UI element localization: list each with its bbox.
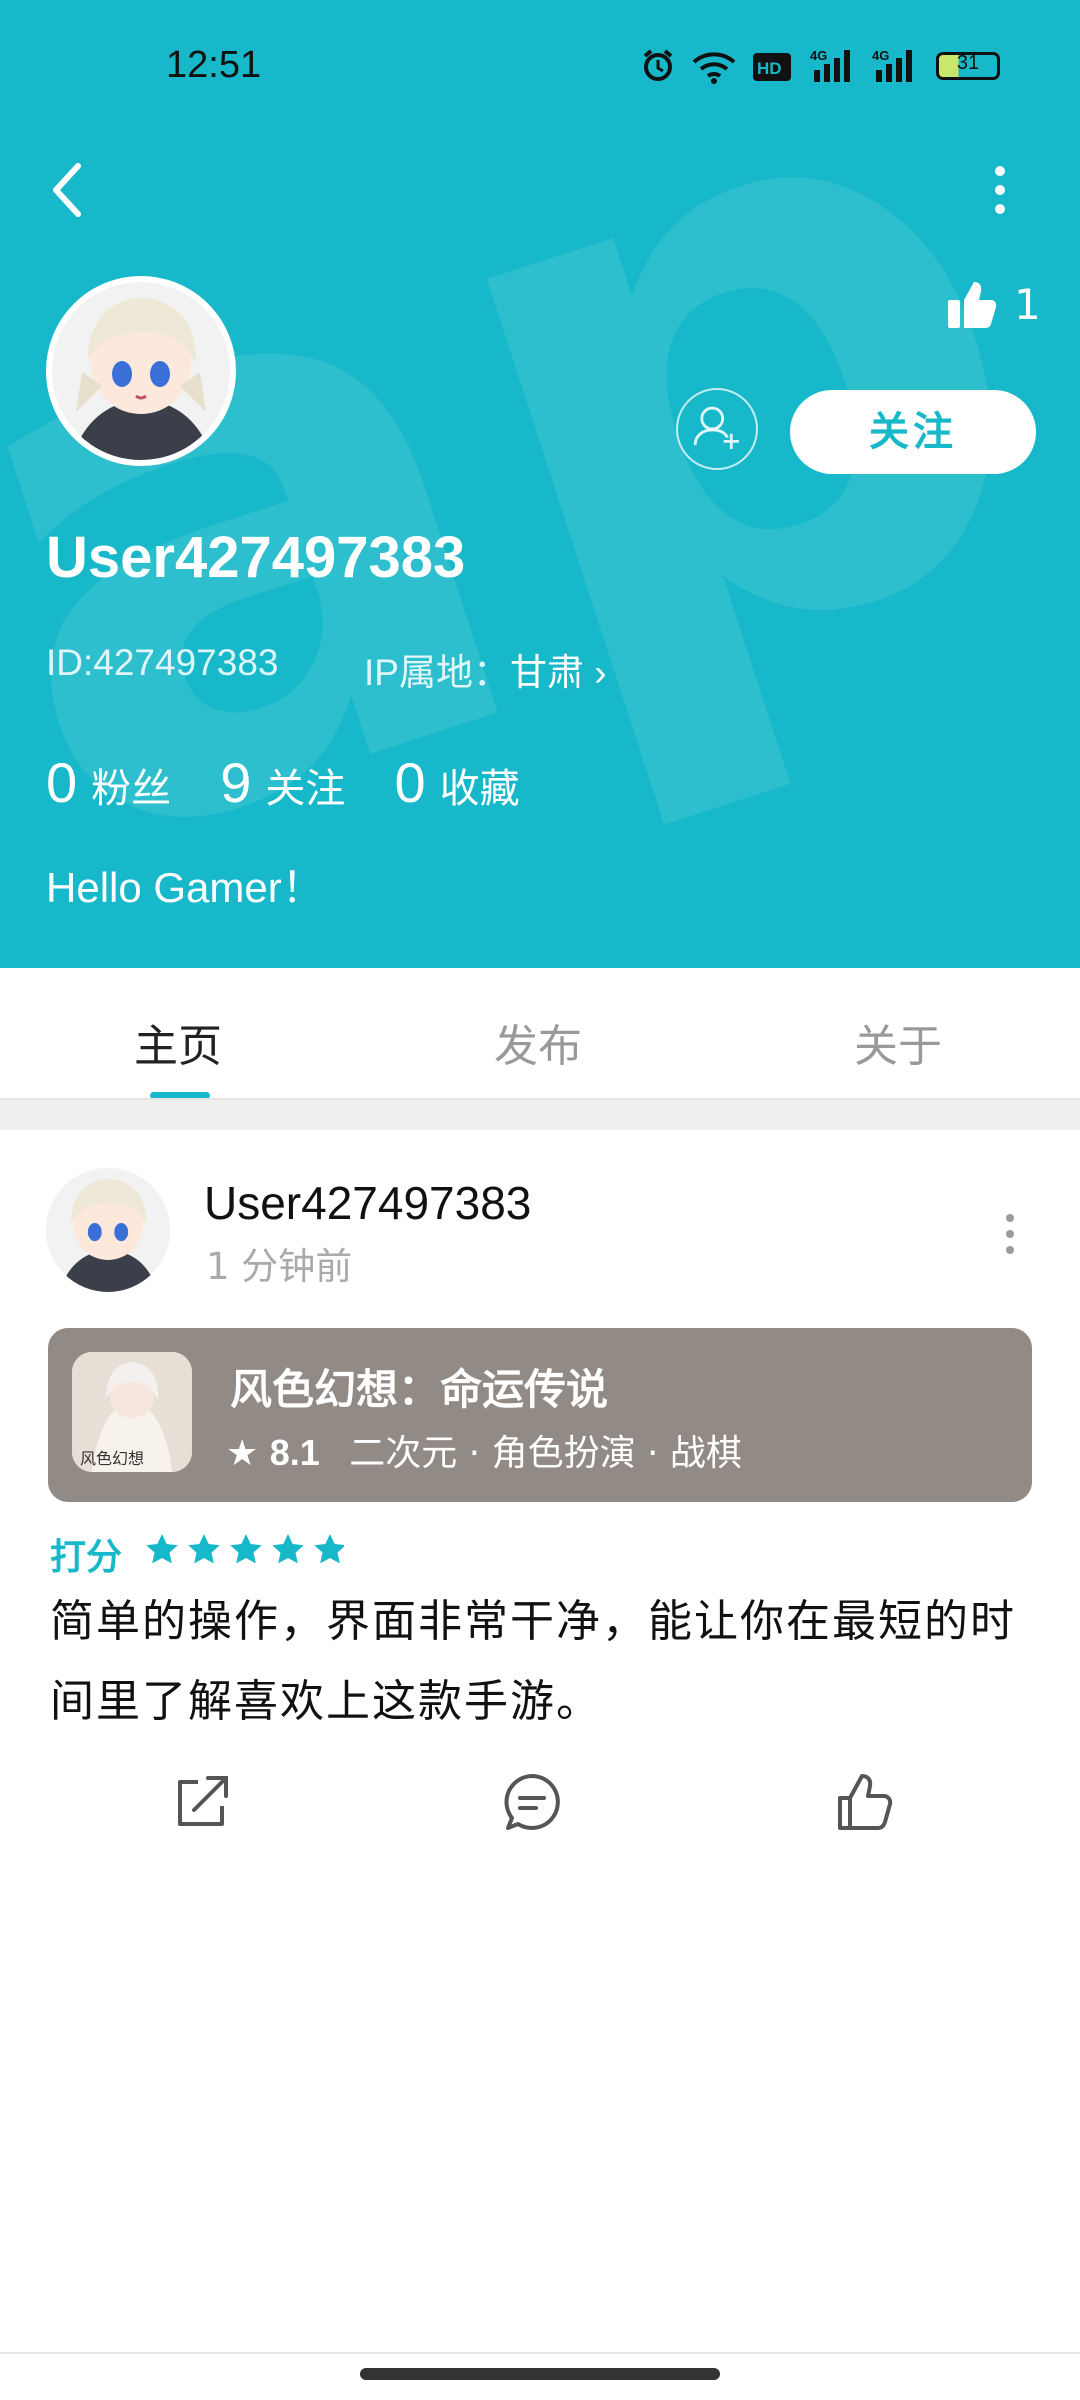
avatar-image [52,282,230,460]
game-icon: 风色幻想 [72,1352,192,1472]
game-title: 风色幻想：命运传说 [230,1365,609,1414]
status-icons: HD 4G 4G 31 [640,46,1010,86]
stat-value: 0 [394,751,426,814]
background-watermark: ap [0,0,1080,968]
home-indicator[interactable] [360,2368,720,2380]
stars-image [146,1534,346,1564]
like-icon[interactable] [834,1770,898,1834]
comment-icon[interactable] [500,1770,564,1834]
tab-posts[interactable]: 发布 [494,1010,582,1074]
post-time: 1 分钟前 [206,1245,353,1288]
star-icon [146,1534,178,1564]
profile-bio: Hello Gamer！ [46,864,324,911]
star-icon [188,1534,220,1564]
game-rating: 8.1 [269,1432,320,1473]
ip-value: 甘肃 [509,652,584,693]
game-tags: 二次元 · 角色扮演 · 战棋 [349,1433,742,1474]
battery-level: 31 [956,52,980,74]
rating-row: 打分 [50,1528,346,1578]
avatar[interactable] [46,276,236,466]
back-icon[interactable] [46,160,86,220]
share-icon[interactable] [170,1770,234,1834]
chevron-right-icon: › [594,652,607,693]
star-icon [230,1534,262,1564]
post-author[interactable]: User427497383 [204,1176,531,1230]
star-icon [314,1534,346,1564]
game-icon-image: 风色幻想 [72,1352,192,1472]
profile-username: User427497383 [46,525,466,590]
user-id: ID:427497383 [46,642,279,683]
star-icon: ★ [226,1433,259,1474]
stat-label: 收藏 [439,766,520,812]
post-avatar[interactable] [46,1168,170,1292]
hd-icon: HD [753,53,791,81]
profile-stats: 0 粉丝 9 关注 0 收藏 [46,750,564,814]
rating-stars [144,1532,346,1572]
tab-about[interactable]: 关于 [854,1010,942,1074]
battery-icon: 31 [936,52,1000,80]
status-time: 12:51 [166,44,262,86]
likes-counter[interactable]: 1 [946,278,1041,330]
profile-header: ap 12:51 HD 4G 4G 31 1 关注 User427497383 … [0,0,1080,968]
follow-button[interactable]: 关注 [790,390,1036,474]
signal-icon-1: 4G [810,48,850,82]
svg-text:HD: HD [757,59,782,78]
stat-value: 0 [46,751,78,814]
wifi-icon [692,52,736,84]
stat-favorites[interactable]: 0 收藏 [395,750,520,815]
ip-label: IP属地： [364,652,510,693]
review-text: 简单的操作，界面非常干净，能让你在最短的时间里了解喜欢上这款手游。 [50,1596,1016,1727]
game-card[interactable]: 风色幻想 风色幻想：命运传说 ★ 8.1 二次元 · 角色扮演 · 战棋 [48,1328,1032,1502]
add-friend-icon[interactable] [676,388,758,470]
svg-text:4G: 4G [810,48,827,63]
game-meta: ★ 8.1 二次元 · 角色扮演 · 战棋 [226,1424,742,1476]
svg-text:4G: 4G [872,48,889,63]
section-divider [0,1098,1080,1130]
signal-icon-2: 4G [872,48,912,82]
stat-label: 粉丝 [91,766,172,812]
rating-label: 打分 [50,1537,123,1578]
more-icon[interactable] [985,165,1015,215]
alarm-icon [643,49,673,81]
ip-location[interactable]: IP属地：甘肃 › [364,642,607,696]
tab-bar: 主页 发布 关于 [0,968,1080,1099]
likes-count: 1 [1014,280,1041,329]
stat-value: 9 [220,751,252,814]
thumbs-up-icon [948,282,997,328]
stat-following[interactable]: 9 关注 [220,750,345,815]
bottom-divider [0,2352,1080,2354]
stat-followers[interactable]: 0 粉丝 [46,750,171,815]
avatar-image [46,1168,170,1292]
game-icon-text: 风色幻想 [80,1449,144,1468]
stat-label: 关注 [265,766,346,812]
id-row: ID:427497383 IP属地：甘肃 › [46,642,607,693]
star-icon [272,1534,304,1564]
post-more-icon[interactable] [1000,1212,1020,1256]
tab-home[interactable]: 主页 [134,1010,222,1074]
